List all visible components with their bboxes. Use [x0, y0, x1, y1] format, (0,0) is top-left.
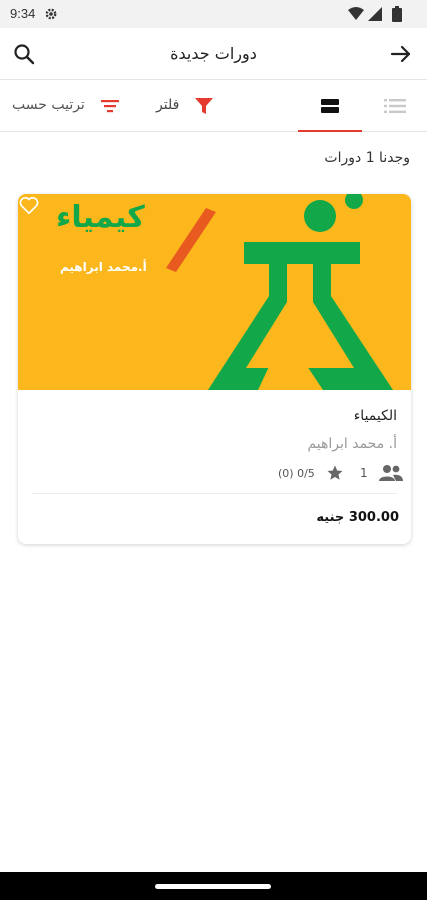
wifi-icon: [348, 7, 364, 20]
gear-icon: [45, 8, 57, 20]
sort-button[interactable]: ترتيب حسب: [6, 80, 124, 132]
sort-icon: [101, 100, 119, 113]
signal-icon: [368, 7, 382, 21]
course-thumbnail: كيمياء أ.محمد ابراهيم: [18, 194, 411, 390]
thumbnail-teacher: أ.محمد ابراهيم: [60, 260, 147, 274]
status-bar: 9:34: [0, 0, 427, 28]
rating-text: (0) 0/5: [278, 467, 315, 480]
students-count: 1: [360, 466, 368, 480]
star-icon: [327, 465, 343, 480]
filter-label: فلتر: [156, 97, 180, 113]
card-view-button[interactable]: [298, 80, 362, 132]
course-meta: 1 (0) 0/5: [276, 462, 404, 484]
heart-icon[interactable]: [18, 194, 40, 216]
course-price: 300.00 جنيه: [316, 510, 399, 525]
thumbnail-title: كيمياء: [56, 200, 145, 235]
list-view-icon: [384, 99, 406, 113]
status-time: 9:34: [10, 6, 36, 21]
filter-icon: [195, 98, 213, 114]
course-name[interactable]: الكيمياء: [354, 408, 397, 424]
system-nav-bar: [0, 872, 427, 900]
students-icon: [379, 465, 403, 481]
results-count: وجدنا 1 دورات: [324, 150, 410, 166]
filter-button[interactable]: فلتر: [150, 80, 222, 132]
teacher-name: أ. محمد ابراهيم: [307, 436, 397, 452]
arrow-right-icon[interactable]: [389, 42, 413, 66]
sort-label: ترتيب حسب: [12, 97, 85, 113]
course-card[interactable]: كيمياء أ.محمد ابراهيم الكيمياء أ. محمد ا…: [18, 194, 411, 544]
page-title: دورات جديدة: [170, 44, 257, 63]
toolbar: فلتر ترتيب حسب: [0, 80, 427, 132]
app-header: دورات جديدة: [0, 28, 427, 80]
battery-icon: [392, 6, 402, 22]
list-view-button[interactable]: [374, 92, 416, 120]
card-view-icon: [321, 99, 339, 113]
home-gesture-pill[interactable]: [155, 884, 271, 889]
card-divider: [32, 493, 397, 494]
